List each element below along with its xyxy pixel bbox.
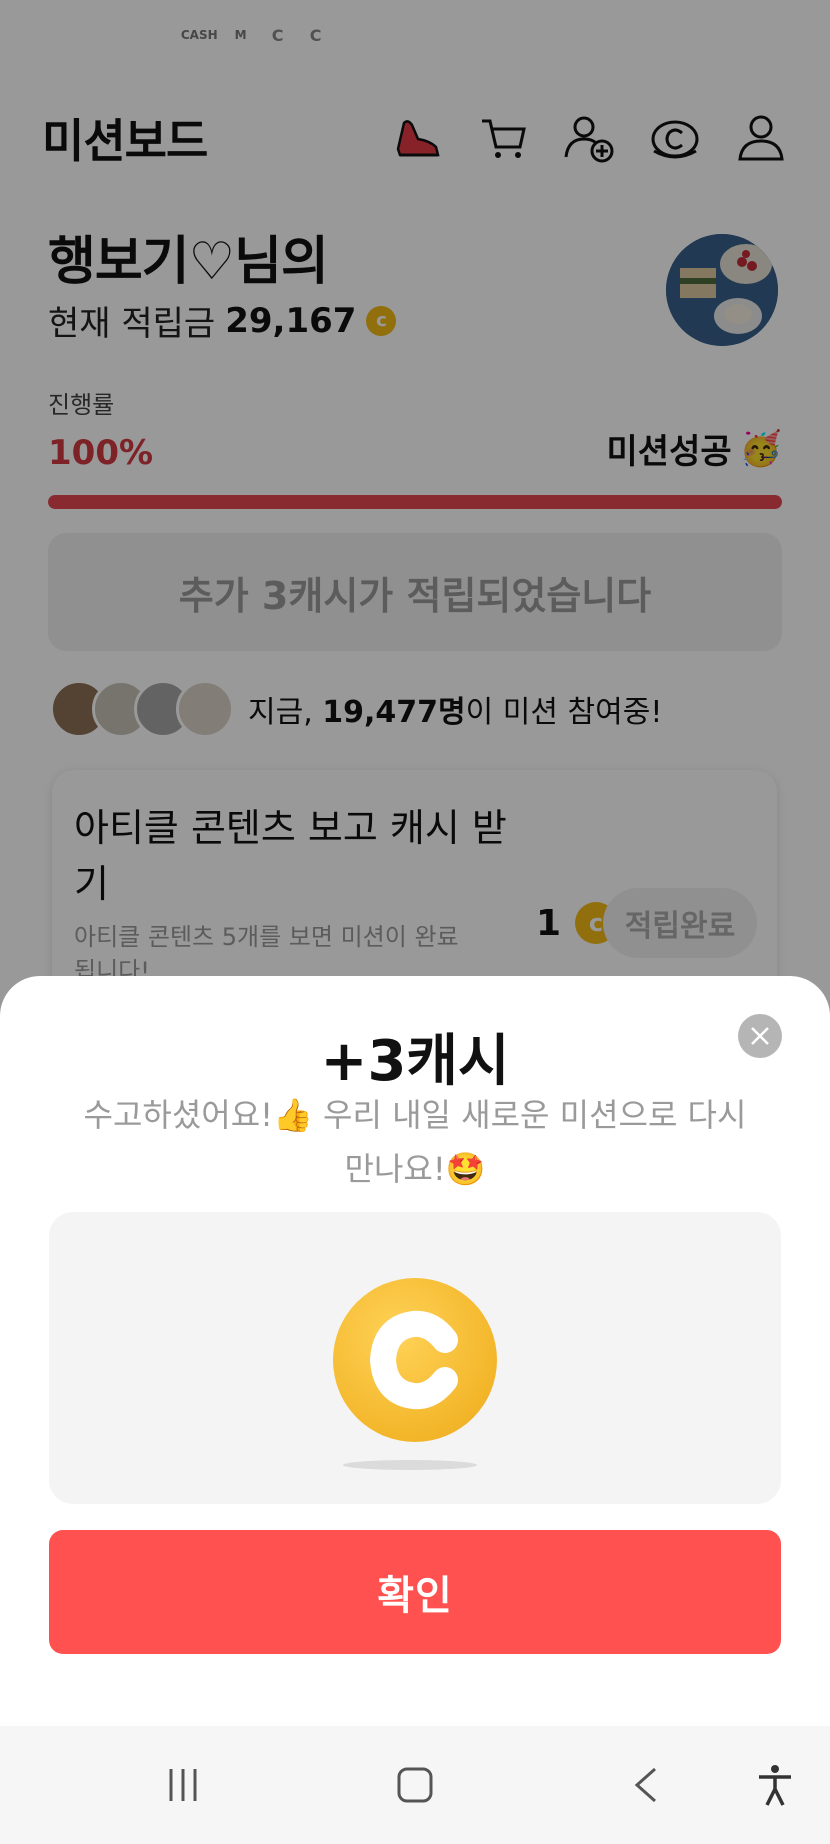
back-icon bbox=[634, 1767, 656, 1803]
coin-illustration-box bbox=[49, 1212, 781, 1504]
recent-apps-button[interactable] bbox=[148, 1750, 218, 1820]
reward-message-line1: 수고하셨어요!👍 우리 내일 새로운 미션으로 다시 bbox=[83, 1096, 747, 1134]
confirm-button[interactable]: 확인 bbox=[49, 1530, 781, 1654]
reward-title: +3캐시 bbox=[320, 1029, 510, 1094]
app-screen: SKT 6:13 CASH M C C 99% 미션보드 행보기♡님의 현재 적… bbox=[0, 0, 830, 1844]
home-icon bbox=[397, 1767, 433, 1803]
reward-message: 수고하셨어요!👍 우리 내일 새로운 미션으로 다시 만나요!🤩 bbox=[80, 1088, 750, 1196]
accessibility-icon bbox=[759, 1765, 791, 1806]
reward-message-line2: 만나요!🤩 bbox=[344, 1150, 486, 1188]
system-navigation-bar bbox=[0, 1726, 830, 1844]
reward-bottom-sheet: +3캐시 수고하셨어요!👍 우리 내일 새로운 미션으로 다시 만나요!🤩 확인 bbox=[0, 976, 830, 1726]
recent-apps-icon bbox=[169, 1769, 197, 1801]
back-button[interactable] bbox=[612, 1750, 682, 1820]
home-button[interactable] bbox=[380, 1750, 450, 1820]
accessibility-button[interactable] bbox=[740, 1750, 810, 1820]
cash-coin-illustration-icon bbox=[333, 1278, 497, 1442]
coin-shadow bbox=[343, 1460, 477, 1470]
